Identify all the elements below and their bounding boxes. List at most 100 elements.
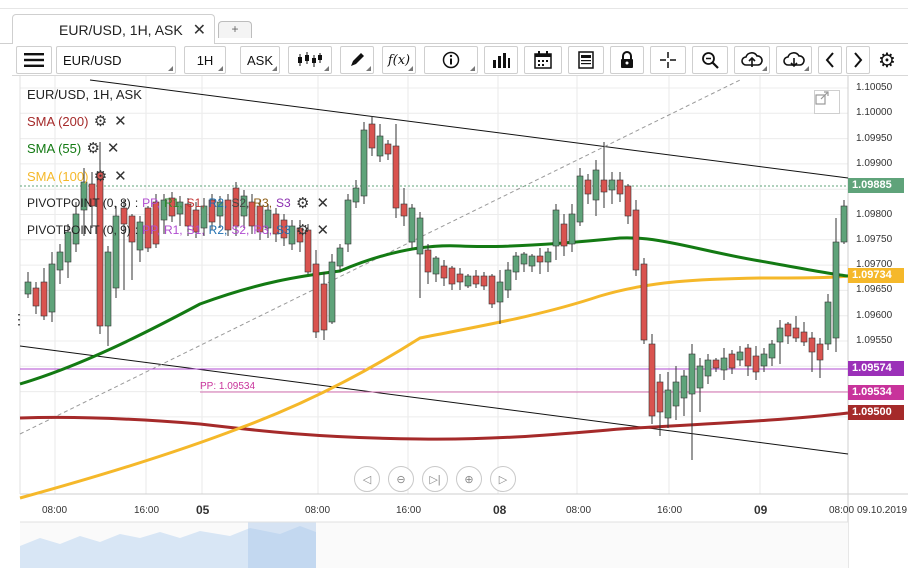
zoom-button[interactable] — [692, 46, 728, 74]
bearish-candle — [424, 249, 432, 273]
chart-type-button[interactable] — [288, 46, 332, 74]
chart-canvas — [19, 76, 908, 568]
close-icon[interactable]: ✕ — [112, 112, 128, 130]
settings-button[interactable]: ⚙ — [874, 46, 900, 74]
volume-button[interactable] — [484, 46, 518, 74]
bearish-candle — [560, 223, 568, 247]
new-tab-button[interactable]: + — [218, 21, 252, 38]
upload-button[interactable] — [734, 46, 770, 74]
draw-button[interactable] — [340, 46, 374, 74]
bearish-candle — [456, 273, 464, 283]
bearish-candle — [392, 145, 400, 209]
info-button[interactable] — [424, 46, 478, 74]
nav-back-button[interactable]: ◁ — [354, 466, 380, 492]
sma200-label: SMA (200) — [27, 113, 89, 129]
gear-icon[interactable]: ⚙ — [295, 221, 311, 239]
go-to-end-button[interactable]: ▷| — [422, 466, 448, 492]
calendar-button[interactable] — [524, 46, 562, 74]
crosshair-button[interactable] — [650, 46, 686, 74]
bullish-candle — [48, 263, 56, 313]
bullish-candle — [696, 365, 704, 389]
bullish-candle — [760, 353, 768, 367]
timeframe-select[interactable]: 1H — [184, 46, 226, 74]
time-tick-label: 16:00 — [396, 505, 422, 516]
close-icon[interactable]: ✕ — [315, 221, 331, 239]
gear-icon[interactable]: ⚙ — [92, 167, 108, 185]
pivot1-separator: : — [134, 196, 139, 210]
price-tick-label: 1.09800 — [856, 208, 893, 220]
pivot-part-r3: R3, — [253, 223, 273, 237]
time-tick-label: 08 — [493, 503, 507, 517]
bullish-candle — [768, 343, 776, 359]
navigator-window — [248, 522, 316, 568]
bullish-candle — [504, 269, 512, 291]
sma100-line — [19, 274, 849, 500]
gear-icon[interactable]: ⚙ — [85, 139, 101, 157]
lock-button[interactable] — [610, 46, 644, 74]
zoom-out-button[interactable]: ⊖ — [388, 466, 414, 492]
pivot-part-s3: S3 — [276, 223, 291, 237]
indicators-button[interactable]: f(x) — [382, 46, 416, 74]
tab-bar-divider — [0, 43, 12, 44]
close-icon[interactable]: ✕ — [193, 20, 206, 40]
bullish-candle — [544, 251, 552, 263]
gear-icon[interactable]: ⚙ — [295, 194, 311, 212]
bullish-candle — [352, 187, 360, 203]
pivot-part-pp: PP, — [142, 223, 160, 237]
bullish-candle — [56, 251, 64, 271]
time-tick-label: 08:00 — [566, 505, 592, 516]
close-icon[interactable]: ✕ — [105, 139, 121, 157]
chart-tab[interactable]: EUR/USD, 1H, ASK ✕ — [12, 14, 215, 44]
bearish-candle — [632, 209, 640, 271]
bar-chart-icon — [493, 53, 510, 68]
bearish-candle — [320, 283, 328, 331]
close-icon[interactable]: ✕ — [315, 194, 331, 212]
toolbar: EUR/USD 1H ASK f(x) ⚙ — [12, 44, 908, 76]
bearish-candle — [792, 327, 800, 339]
bearish-candle — [584, 179, 592, 195]
price-tick-label: 1.09900 — [856, 157, 893, 169]
gear-icon[interactable]: ⚙ — [92, 112, 108, 130]
bullish-candle — [376, 135, 384, 157]
pivot-part-r2: R2, — [208, 223, 228, 237]
bearish-candle — [32, 287, 40, 307]
bearish-candle — [712, 359, 720, 369]
pivot-part-s1: S1, — [186, 223, 205, 237]
cloud-upload-icon — [741, 52, 763, 67]
expand-button[interactable] — [814, 90, 840, 114]
scroll-right-button[interactable] — [846, 46, 870, 74]
sma55-label: SMA (55) — [27, 140, 82, 156]
bullish-candle — [688, 353, 696, 395]
bullish-candle — [840, 205, 848, 243]
info-icon — [442, 51, 460, 69]
price-tick-label: 1.09600 — [856, 309, 893, 321]
symbol-input[interactable]: EUR/USD — [56, 46, 176, 74]
bullish-candle — [512, 255, 520, 273]
hamburger-icon — [24, 53, 44, 67]
zoom-in-button[interactable]: ⊕ — [456, 466, 482, 492]
arrow-left-icon — [825, 52, 834, 68]
tab-bar: EUR/USD, 1H, ASK ✕ + — [0, 0, 908, 44]
time-tick-label: 08:00 — [829, 505, 855, 516]
pivot2-separator: : — [134, 223, 139, 237]
menu-button[interactable] — [16, 46, 52, 74]
bearish-candle — [624, 185, 632, 217]
close-icon[interactable]: ✕ — [112, 167, 128, 185]
scroll-left-button[interactable] — [818, 46, 842, 74]
download-button[interactable] — [776, 46, 812, 74]
nav-forward-button[interactable]: ▷ — [490, 466, 516, 492]
time-tick-label: 08:00 — [42, 505, 68, 516]
legend-pivot-1: PIVOTPOINT (0, 8) : PP, R1, S1, R2, S2, … — [27, 194, 331, 212]
legend-sma55: SMA (55) ⚙ ✕ — [27, 139, 121, 157]
pivot-part-r3: R3, — [253, 196, 273, 210]
function-icon: f(x) — [387, 52, 411, 68]
side-select[interactable]: ASK — [240, 46, 280, 74]
news-button[interactable] — [568, 46, 604, 74]
bullish-candle — [528, 255, 536, 267]
chart-area[interactable]: ⋮ EUR/USD, 1H, ASK SMA (200) ⚙ ✕ SMA (55… — [0, 76, 908, 568]
price-tick-label: 1.09750 — [856, 233, 893, 245]
bullish-candle — [704, 359, 712, 377]
drag-handle[interactable]: ⋮ — [12, 312, 26, 326]
bullish-candle — [344, 199, 352, 245]
bullish-candle — [104, 251, 112, 327]
